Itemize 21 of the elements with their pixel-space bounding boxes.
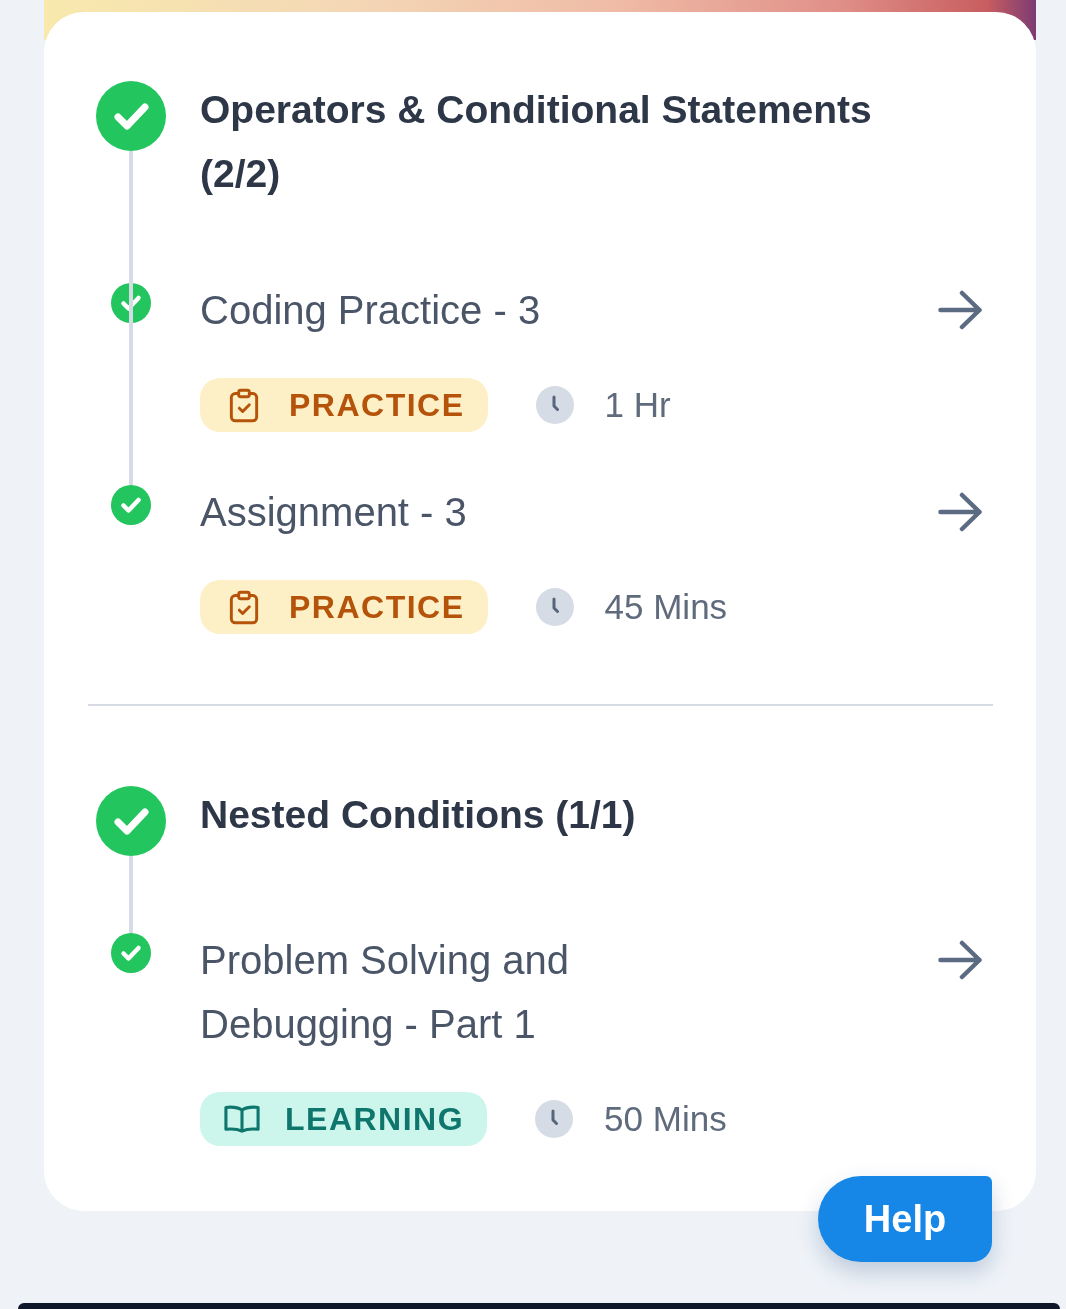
arrow-right-icon[interactable] [938, 290, 982, 330]
clipboard-check-icon [228, 387, 260, 423]
duration-text: 50 Mins [604, 1099, 727, 1139]
content-type-label: PRACTICE [289, 588, 465, 626]
help-button[interactable]: Help [818, 1176, 992, 1262]
section-title: Nested Conditions (1/1) [200, 792, 637, 838]
lesson-title[interactable]: Assignment - 3 [200, 480, 660, 544]
clipboard-check-icon [228, 589, 260, 625]
arrow-right-icon[interactable] [938, 940, 982, 980]
arrow-right-icon[interactable] [938, 492, 982, 532]
lesson-title[interactable]: Problem Solving and Debugging - Part 1 [200, 928, 660, 1056]
clock-icon [535, 588, 574, 626]
clock-icon [535, 386, 574, 424]
content-type-label: PRACTICE [289, 386, 465, 424]
open-book-icon [224, 1104, 260, 1134]
lesson-title[interactable]: Coding Practice - 3 [200, 278, 660, 342]
duration-text: 1 Hr [604, 385, 671, 425]
content-type-label: LEARNING [285, 1100, 465, 1138]
duration-text: 45 Mins [604, 587, 728, 627]
section-title: Operators & Conditional Statements (2/2) [200, 87, 873, 197]
clock-icon [535, 1100, 574, 1138]
